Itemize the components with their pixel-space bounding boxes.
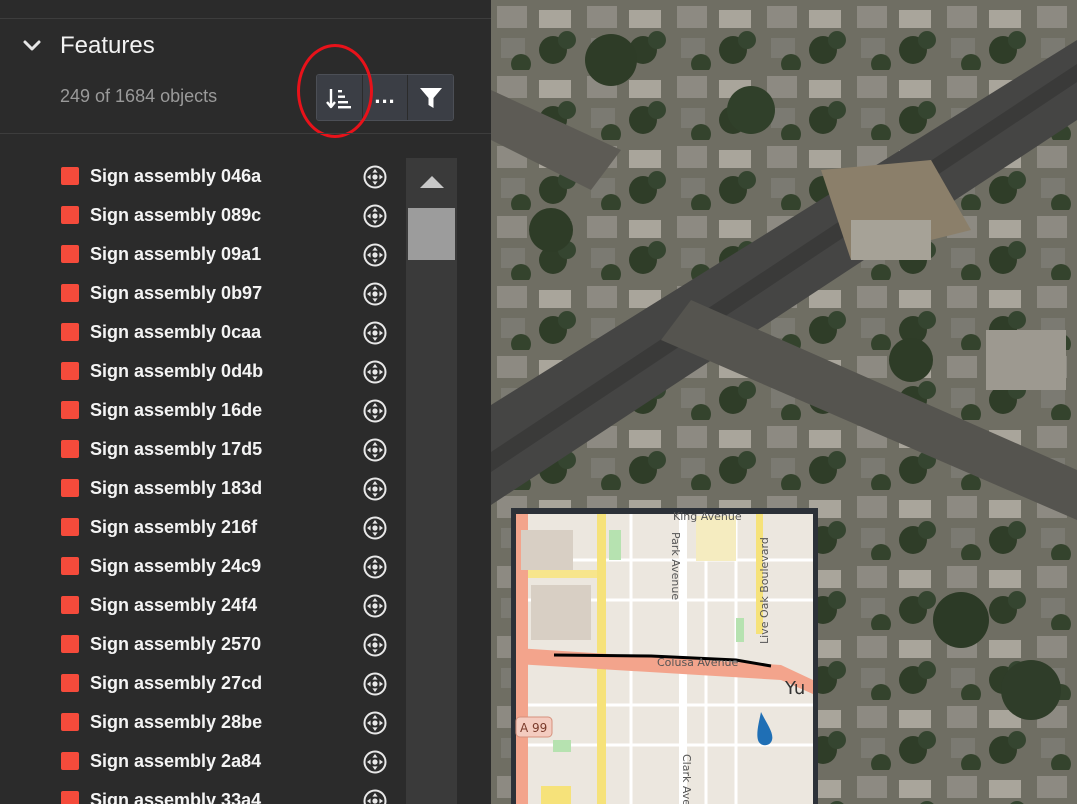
- feature-label: Sign assembly 0d4b: [90, 361, 264, 381]
- feature-label: Sign assembly 0caa: [90, 322, 262, 342]
- feature-label: Sign assembly 183d: [90, 478, 263, 498]
- features-toolbar: ...: [316, 74, 454, 121]
- feature-color-swatch: [61, 596, 79, 614]
- map-label-route: A 99: [520, 721, 547, 735]
- zoom-to-feature-icon[interactable]: [362, 164, 388, 190]
- feature-label: Sign assembly 28be: [90, 712, 263, 732]
- feature-list-item[interactable]: Sign assembly 089c: [0, 197, 400, 236]
- more-label: ...: [374, 82, 396, 108]
- feature-color-swatch: [61, 518, 79, 536]
- zoom-to-feature-icon[interactable]: [362, 359, 388, 385]
- feature-list-item[interactable]: Sign assembly 2570: [0, 626, 400, 665]
- scroll-up-arrow-icon[interactable]: [406, 158, 457, 206]
- feature-list-item[interactable]: Sign assembly 17d5: [0, 431, 400, 470]
- map-label-clark: Clark Ave: [680, 754, 693, 804]
- feature-color-swatch: [61, 245, 79, 263]
- feature-color-swatch: [61, 752, 79, 770]
- features-panel: Features 249 of 1684 objects ... Sign as…: [0, 0, 491, 804]
- zoom-to-feature-icon[interactable]: [362, 593, 388, 619]
- feature-label: Sign assembly 17d5: [90, 439, 263, 459]
- feature-list-item[interactable]: Sign assembly 33a4: [0, 782, 400, 804]
- zoom-to-feature-icon[interactable]: [362, 554, 388, 580]
- map-label-city: Yu: [784, 678, 805, 699]
- scroll-thumb[interactable]: [408, 208, 455, 260]
- overview-map-inset[interactable]: King Avenue Park Avenue Live Oak Bouleva…: [511, 508, 818, 804]
- feature-list-item[interactable]: Sign assembly 0d4b: [0, 353, 400, 392]
- feature-list-item[interactable]: Sign assembly 183d: [0, 470, 400, 509]
- zoom-to-feature-icon[interactable]: [362, 476, 388, 502]
- zoom-to-feature-icon[interactable]: [362, 398, 388, 424]
- feature-color-swatch: [61, 674, 79, 692]
- feature-label: Sign assembly 2570: [90, 634, 262, 654]
- more-options-button[interactable]: ...: [361, 75, 408, 120]
- feature-label: Sign assembly 046a: [90, 166, 262, 186]
- feature-list-item[interactable]: Sign assembly 216f: [0, 509, 400, 548]
- feature-color-swatch: [61, 440, 79, 458]
- zoom-to-feature-icon[interactable]: [362, 749, 388, 775]
- zoom-to-feature-icon[interactable]: [362, 242, 388, 268]
- feature-list-item[interactable]: Sign assembly 24f4: [0, 587, 400, 626]
- list-scrollbar[interactable]: [406, 158, 457, 804]
- feature-label: Sign assembly 24f4: [90, 595, 258, 615]
- feature-label: Sign assembly 33a4: [90, 790, 262, 804]
- feature-label: Sign assembly 2a84: [90, 751, 262, 771]
- zoom-to-feature-icon[interactable]: [362, 788, 388, 804]
- feature-list-item[interactable]: Sign assembly 0caa: [0, 314, 400, 353]
- divider: [0, 133, 491, 134]
- feature-color-swatch: [61, 635, 79, 653]
- filter-button[interactable]: [407, 75, 453, 120]
- feature-list-item[interactable]: Sign assembly 28be: [0, 704, 400, 743]
- map-label-king: King Avenue: [673, 510, 742, 523]
- zoom-to-feature-icon[interactable]: [362, 632, 388, 658]
- zoom-to-feature-icon[interactable]: [362, 515, 388, 541]
- feature-color-swatch: [61, 557, 79, 575]
- feature-list-item[interactable]: Sign assembly 27cd: [0, 665, 400, 704]
- panel-title: Features: [60, 32, 155, 59]
- feature-color-swatch: [61, 206, 79, 224]
- zoom-to-feature-icon[interactable]: [362, 710, 388, 736]
- feature-list-item[interactable]: Sign assembly 046a: [0, 158, 400, 197]
- divider: [0, 18, 491, 19]
- feature-list-item[interactable]: Sign assembly 2a84: [0, 743, 400, 782]
- map-label-colusa: Colusa Avenue: [657, 656, 739, 669]
- feature-label: Sign assembly 09a1: [90, 244, 262, 264]
- feature-color-swatch: [61, 713, 79, 731]
- object-count: 249 of 1684 objects: [60, 86, 218, 106]
- sort-button[interactable]: [317, 75, 362, 120]
- feature-color-swatch: [61, 401, 79, 419]
- zoom-to-feature-icon[interactable]: [362, 281, 388, 307]
- sort-descending-icon: [326, 88, 352, 108]
- feature-color-swatch: [61, 323, 79, 341]
- feature-list-item[interactable]: Sign assembly 09a1: [0, 236, 400, 275]
- zoom-to-feature-icon[interactable]: [362, 203, 388, 229]
- feature-label: Sign assembly 24c9: [90, 556, 262, 576]
- zoom-to-feature-icon[interactable]: [362, 320, 388, 346]
- zoom-to-feature-icon[interactable]: [362, 437, 388, 463]
- map-label-live-oak: Live Oak Boulevard: [758, 537, 771, 644]
- collapse-chevron-icon[interactable]: [20, 34, 44, 58]
- filter-icon: [419, 87, 442, 108]
- feature-list-item[interactable]: Sign assembly 16de: [0, 392, 400, 431]
- feature-label: Sign assembly 089c: [90, 205, 262, 225]
- feature-color-swatch: [61, 362, 79, 380]
- feature-label: Sign assembly 0b97: [90, 283, 263, 303]
- feature-label: Sign assembly 216f: [90, 517, 258, 537]
- satellite-map-view[interactable]: King Avenue Park Avenue Live Oak Bouleva…: [491, 0, 1077, 804]
- feature-label: Sign assembly 16de: [90, 400, 263, 420]
- feature-label: Sign assembly 27cd: [90, 673, 263, 693]
- feature-color-swatch: [61, 167, 79, 185]
- feature-color-swatch: [61, 284, 79, 302]
- feature-list-item[interactable]: Sign assembly 24c9: [0, 548, 400, 587]
- feature-list-item[interactable]: Sign assembly 0b97: [0, 275, 400, 314]
- zoom-to-feature-icon[interactable]: [362, 671, 388, 697]
- map-label-park: Park Avenue: [669, 532, 682, 600]
- feature-color-swatch: [61, 791, 79, 804]
- feature-color-swatch: [61, 479, 79, 497]
